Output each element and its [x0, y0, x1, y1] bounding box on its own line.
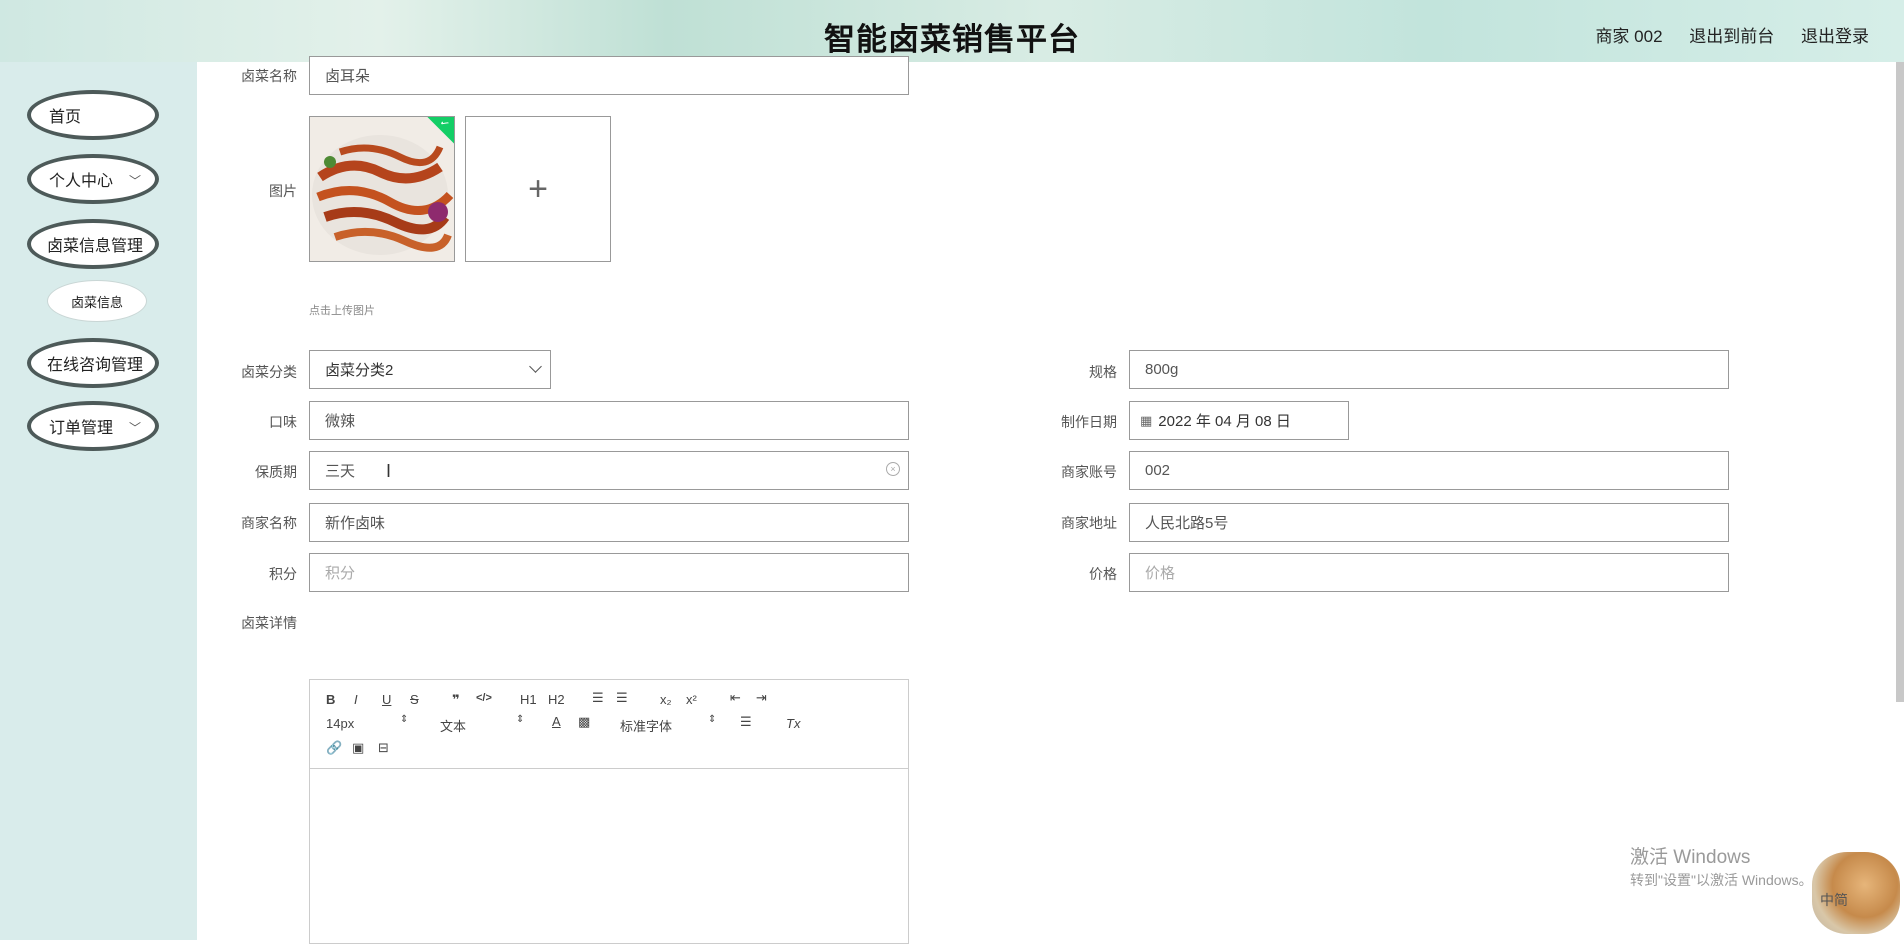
chevron-down-icon: ﹀ — [128, 174, 141, 188]
sidebar-item-dish-management[interactable]: 卤菜信息管理 — [27, 219, 159, 269]
indent-icon[interactable]: ⇥ — [756, 690, 767, 706]
date-picker[interactable]: ▦ 2022 年 04 月 08 日 — [1129, 401, 1349, 440]
sidebar-item-label: 在线咨询管理 — [47, 357, 144, 374]
bullet-list-icon[interactable]: ☰ — [616, 690, 628, 706]
sidebar-item-label: 个人中心 — [49, 173, 114, 190]
image-icon[interactable]: ▣ — [352, 740, 364, 756]
bold-button[interactable]: B — [326, 692, 335, 707]
uploaded-image[interactable]: ✓ — [309, 116, 455, 262]
category-value: 卤菜分类2 — [325, 362, 394, 379]
merchant-account-label: 商家账号 — [1061, 464, 1117, 480]
windows-activation-title: 激活 Windows — [1630, 847, 1751, 868]
user-label[interactable]: 商家 002 — [1595, 27, 1662, 46]
sort-icon: ⇕ — [400, 714, 409, 725]
quote-button[interactable]: ❞ — [452, 692, 460, 708]
video-icon[interactable]: ⊟ — [378, 740, 389, 756]
text-cursor-icon: I — [386, 461, 392, 481]
spec-input[interactable]: 800g — [1129, 350, 1729, 389]
underline-button[interactable]: U — [382, 692, 391, 707]
h1-button[interactable]: H1 — [520, 692, 537, 707]
code-button[interactable]: </> — [476, 692, 492, 704]
sidebar-subitem-dish-info[interactable]: 卤菜信息 — [47, 280, 147, 322]
outdent-icon[interactable]: ⇤ — [730, 690, 741, 706]
taste-label: 口味 — [269, 414, 297, 430]
sidebar-item-label: 订单管理 — [49, 420, 114, 437]
taste-input[interactable]: 微辣 — [309, 401, 909, 440]
sidebar: 首页 个人中心 ﹀ 卤菜信息管理 卤菜信息 在线咨询管理 订单管理 ﹀ — [0, 62, 197, 940]
braised-ear-photo — [310, 117, 454, 261]
merchant-account-input[interactable]: 002 — [1129, 451, 1729, 490]
ordered-list-icon[interactable]: ☰ — [592, 690, 604, 706]
merchant-name-label: 商家名称 — [241, 515, 297, 531]
windows-activation-subtitle: 转到"设置"以激活 Windows。 — [1630, 872, 1813, 888]
align-icon[interactable]: ☰ — [740, 714, 752, 730]
editor-toolbar: B I U S ❞ </> H1 H2 ☰ ☰ x₂ x² ⇤ ⇥ 14px ⇕… — [310, 680, 908, 769]
points-input[interactable]: 积分 — [309, 553, 909, 592]
clear-icon[interactable]: × — [886, 462, 900, 476]
add-image-button[interactable]: + — [465, 116, 611, 262]
merchant-address-label: 商家地址 — [1061, 515, 1117, 531]
shelf-life-value: 三天 — [325, 463, 356, 480]
ime-indicator[interactable]: 中简 — [1820, 890, 1848, 910]
calendar-icon: ▦ — [1140, 412, 1153, 428]
font-color-button[interactable]: A — [552, 714, 561, 729]
top-header: 智能卤菜销售平台 商家 002 退出到前台 退出登录 — [0, 0, 1904, 62]
image-label: 图片 — [269, 183, 297, 199]
sidebar-item-label: 卤菜信息 — [70, 294, 123, 310]
sidebar-item-profile[interactable]: 个人中心 ﹀ — [27, 154, 159, 204]
clear-format-button[interactable]: Tx — [786, 716, 800, 731]
h2-button[interactable]: H2 — [548, 692, 565, 707]
sort-icon: ⇕ — [708, 714, 717, 725]
category-select[interactable]: 卤菜分类2 — [309, 350, 551, 389]
chevron-down-icon: ﹀ — [128, 421, 141, 435]
back-to-front-link[interactable]: 退出到前台 — [1689, 27, 1774, 46]
header-links: 商家 002 退出到前台 退出登录 — [1573, 22, 1869, 47]
sort-icon: ⇕ — [516, 714, 525, 725]
chevron-down-icon — [529, 360, 542, 373]
rich-text-editor: B I U S ❞ </> H1 H2 ☰ ☰ x₂ x² ⇤ ⇥ 14px ⇕… — [309, 679, 909, 944]
font-size-select[interactable]: 14px — [326, 716, 354, 731]
shelf-life-input[interactable]: 三天 I × — [309, 451, 909, 490]
merchant-name-input[interactable]: 新作卤味 — [309, 503, 909, 542]
main-content: 卤菜名称 卤耳朵 图片 ✓ + 点击上传图片 卤菜分类 卤菜分类2 规格 800… — [197, 56, 1904, 944]
price-input[interactable]: 价格 — [1129, 553, 1729, 592]
shelf-life-label: 保质期 — [255, 464, 297, 480]
subscript-button[interactable]: x₂ — [660, 692, 672, 707]
sidebar-item-consult-management[interactable]: 在线咨询管理 — [27, 338, 159, 388]
date-label: 制作日期 — [1061, 414, 1117, 430]
sidebar-item-order-management[interactable]: 订单管理 ﹀ — [27, 401, 159, 451]
name-input[interactable]: 卤耳朵 — [309, 56, 909, 95]
merchant-address-input[interactable]: 人民北路5号 — [1129, 503, 1729, 542]
font-family-select[interactable]: 标准字体 — [620, 716, 672, 735]
sidebar-item-label: 首页 — [49, 109, 82, 126]
editor-body[interactable] — [310, 769, 908, 945]
upload-hint: 点击上传图片 — [309, 305, 375, 317]
strike-button[interactable]: S — [410, 692, 419, 707]
name-label: 卤菜名称 — [241, 68, 297, 84]
spec-label: 规格 — [1089, 364, 1117, 380]
link-icon[interactable]: 🔗 — [326, 740, 342, 756]
logout-link[interactable]: 退出登录 — [1801, 27, 1869, 46]
date-value: 2022 年 04 月 08 日 — [1158, 413, 1291, 430]
details-label: 卤菜详情 — [241, 615, 297, 631]
price-label: 价格 — [1089, 566, 1117, 582]
text-style-select[interactable]: 文本 — [440, 716, 466, 735]
sidebar-item-label: 卤菜信息管理 — [47, 238, 144, 255]
superscript-button[interactable]: x² — [686, 692, 697, 707]
category-label: 卤菜分类 — [241, 364, 297, 380]
sidebar-item-home[interactable]: 首页 — [27, 90, 159, 140]
background-color-icon[interactable]: ▩ — [578, 714, 590, 730]
italic-button[interactable]: I — [354, 692, 358, 707]
page-scrollbar[interactable] — [1896, 62, 1904, 702]
points-label: 积分 — [269, 566, 297, 582]
